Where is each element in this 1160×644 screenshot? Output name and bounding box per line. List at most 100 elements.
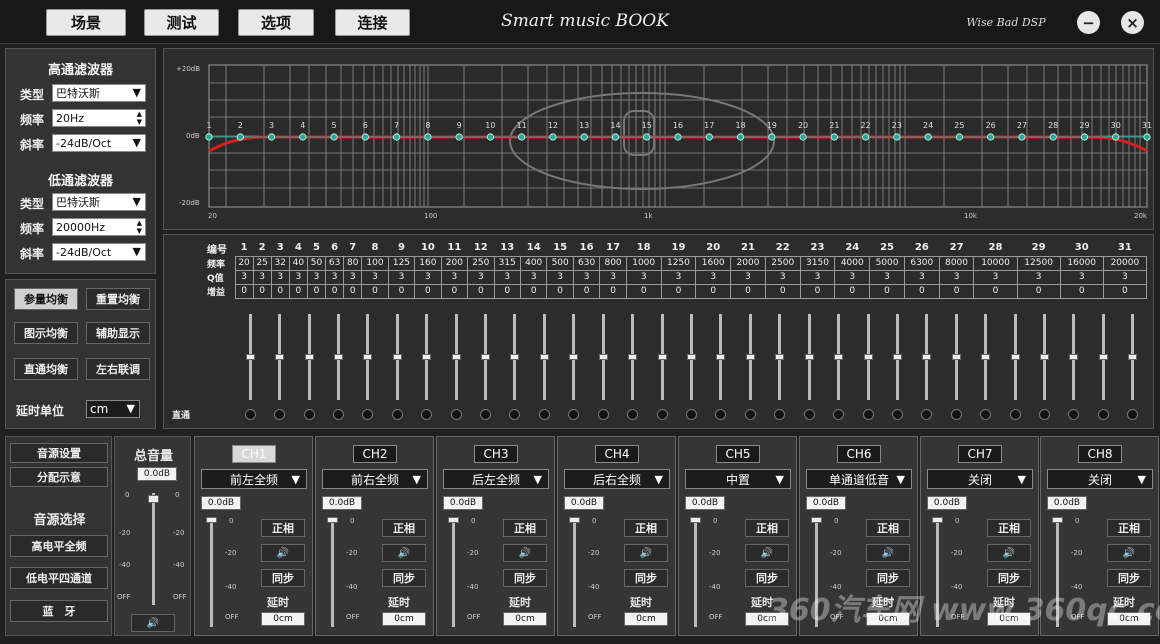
- eq-cell[interactable]: 0: [695, 283, 732, 299]
- eq-direct-toggle[interactable]: [332, 409, 344, 420]
- delay-input[interactable]: 0cm: [987, 612, 1031, 626]
- channel-name-button[interactable]: CH6: [837, 445, 881, 463]
- eq-cell[interactable]: 3: [869, 269, 905, 285]
- eq-cell[interactable]: 1600: [695, 255, 732, 271]
- eq-band-point[interactable]: [549, 133, 557, 141]
- eq-band-point[interactable]: [611, 133, 620, 141]
- eq-cell[interactable]: 0: [361, 283, 389, 299]
- source-settings-button[interactable]: 音源设置: [10, 443, 108, 463]
- eq-cell[interactable]: 3: [252, 269, 272, 285]
- eq-cell[interactable]: 0: [440, 283, 469, 299]
- eq-band-point[interactable]: [299, 133, 307, 141]
- channel-fader-track[interactable]: [331, 517, 334, 627]
- eq-cell[interactable]: 4000: [834, 255, 871, 271]
- sync-button[interactable]: 同步: [261, 569, 305, 587]
- channel-fader-thumb[interactable]: [690, 517, 701, 523]
- channel-name-button[interactable]: CH2: [353, 445, 397, 463]
- lpf-slope-select[interactable]: -24dB/Oct ▼: [52, 243, 146, 261]
- eq-cell[interactable]: 0: [834, 283, 871, 299]
- channel-fader-thumb[interactable]: [811, 517, 822, 523]
- channel-name-button[interactable]: CH5: [716, 445, 760, 463]
- eq-cell[interactable]: 0: [493, 283, 521, 299]
- eq-cell[interactable]: 0: [1102, 283, 1148, 299]
- channel-mute-button[interactable]: 🔊: [866, 544, 910, 562]
- eq-cell[interactable]: 0: [764, 283, 801, 299]
- eq-cell[interactable]: 100: [361, 255, 389, 271]
- eq-cell[interactable]: 3: [440, 269, 469, 285]
- sync-button[interactable]: 同步: [503, 569, 547, 587]
- close-button[interactable]: ×: [1121, 11, 1144, 34]
- channel-output-select[interactable]: 关闭 ▼: [927, 469, 1033, 489]
- eq-cell[interactable]: 2500: [764, 255, 801, 271]
- eq-cell[interactable]: 0: [306, 283, 327, 299]
- eq-band-point[interactable]: [1080, 133, 1089, 141]
- delay-unit-select[interactable]: cm ▼: [86, 400, 140, 418]
- eq-direct-toggle[interactable]: [1097, 409, 1109, 420]
- eq-cell[interactable]: 3: [1059, 269, 1104, 285]
- eq-direct-toggle[interactable]: [656, 409, 668, 420]
- eq-direct-toggle[interactable]: [862, 409, 874, 420]
- channel-fader-track[interactable]: [1056, 517, 1059, 627]
- eq-cell[interactable]: 0: [730, 283, 766, 299]
- eq-band-point[interactable]: [1112, 133, 1120, 141]
- eq-cell[interactable]: 3: [234, 269, 254, 285]
- channel-mute-button[interactable]: 🔊: [503, 544, 547, 562]
- lpf-type-select[interactable]: 巴特沃斯 ▼: [52, 193, 146, 211]
- eq-cell[interactable]: 3: [325, 269, 345, 285]
- eq-cell[interactable]: 3: [903, 269, 940, 285]
- eq-direct-toggle[interactable]: [744, 409, 756, 420]
- sync-button[interactable]: 同步: [1107, 569, 1151, 587]
- eq-cell[interactable]: 0: [387, 283, 416, 299]
- eq-cell[interactable]: 3: [519, 269, 548, 285]
- eq-cell[interactable]: 1250: [660, 255, 697, 271]
- eq-cell[interactable]: 3: [343, 269, 363, 285]
- channel-mute-button[interactable]: 🔊: [624, 544, 668, 562]
- eq-cell[interactable]: 12500: [1016, 255, 1061, 271]
- phase-button[interactable]: 正相: [1107, 519, 1151, 537]
- eq-direct-toggle[interactable]: [803, 409, 815, 420]
- allocation-button[interactable]: 分配示意: [10, 467, 108, 487]
- delay-input[interactable]: 0cm: [866, 612, 910, 626]
- channel-output-select[interactable]: 后右全频 ▼: [564, 469, 670, 489]
- master-fader-track[interactable]: [152, 493, 155, 605]
- eq-cell[interactable]: 32: [270, 255, 290, 271]
- eq-cell[interactable]: 400: [519, 255, 548, 271]
- assist-display-button[interactable]: 辅助显示: [86, 322, 150, 344]
- phase-button[interactable]: 正相: [866, 519, 910, 537]
- low-level-button[interactable]: 低电平四通道: [10, 567, 108, 589]
- eq-cell[interactable]: 0: [325, 283, 345, 299]
- eq-band-point[interactable]: [705, 133, 713, 141]
- eq-cell[interactable]: 3: [361, 269, 389, 285]
- channel-fader-track[interactable]: [936, 517, 939, 627]
- eq-band-point[interactable]: [768, 133, 776, 141]
- eq-direct-toggle[interactable]: [1009, 409, 1021, 420]
- eq-cell[interactable]: 3: [572, 269, 601, 285]
- eq-band-point[interactable]: [424, 133, 432, 141]
- param-eq-button[interactable]: 参量均衡: [14, 288, 78, 310]
- eq-direct-toggle[interactable]: [686, 409, 697, 420]
- channel-mute-button[interactable]: 🔊: [745, 544, 789, 562]
- eq-cell[interactable]: 40: [288, 255, 308, 271]
- eq-cell[interactable]: 0: [869, 283, 905, 299]
- eq-band-point[interactable]: [861, 133, 870, 141]
- eq-cell[interactable]: 0: [252, 283, 272, 299]
- channel-mute-button[interactable]: 🔊: [1107, 544, 1151, 562]
- channel-output-select[interactable]: 后左全频 ▼: [443, 469, 549, 489]
- channel-output-select[interactable]: 关闭 ▼: [1047, 469, 1153, 489]
- eq-cell[interactable]: 3: [730, 269, 766, 285]
- eq-cell[interactable]: 16000: [1059, 255, 1104, 271]
- eq-cell[interactable]: 3: [764, 269, 801, 285]
- connect-button[interactable]: 连接: [335, 9, 410, 36]
- channel-mute-button[interactable]: 🔊: [382, 544, 426, 562]
- eq-band-point[interactable]: [1018, 133, 1026, 141]
- phase-button[interactable]: 正相: [745, 519, 789, 537]
- eq-direct-toggle[interactable]: [1039, 409, 1051, 420]
- eq-cell[interactable]: 0: [288, 283, 308, 299]
- channel-output-select[interactable]: 中置 ▼: [685, 469, 791, 489]
- scene-button[interactable]: 场景: [46, 9, 126, 36]
- eq-cell[interactable]: 63: [325, 255, 345, 271]
- eq-cell[interactable]: 3: [288, 269, 308, 285]
- eq-cell[interactable]: 125: [387, 255, 416, 271]
- phase-button[interactable]: 正相: [987, 519, 1031, 537]
- eq-cell[interactable]: 3: [414, 269, 442, 285]
